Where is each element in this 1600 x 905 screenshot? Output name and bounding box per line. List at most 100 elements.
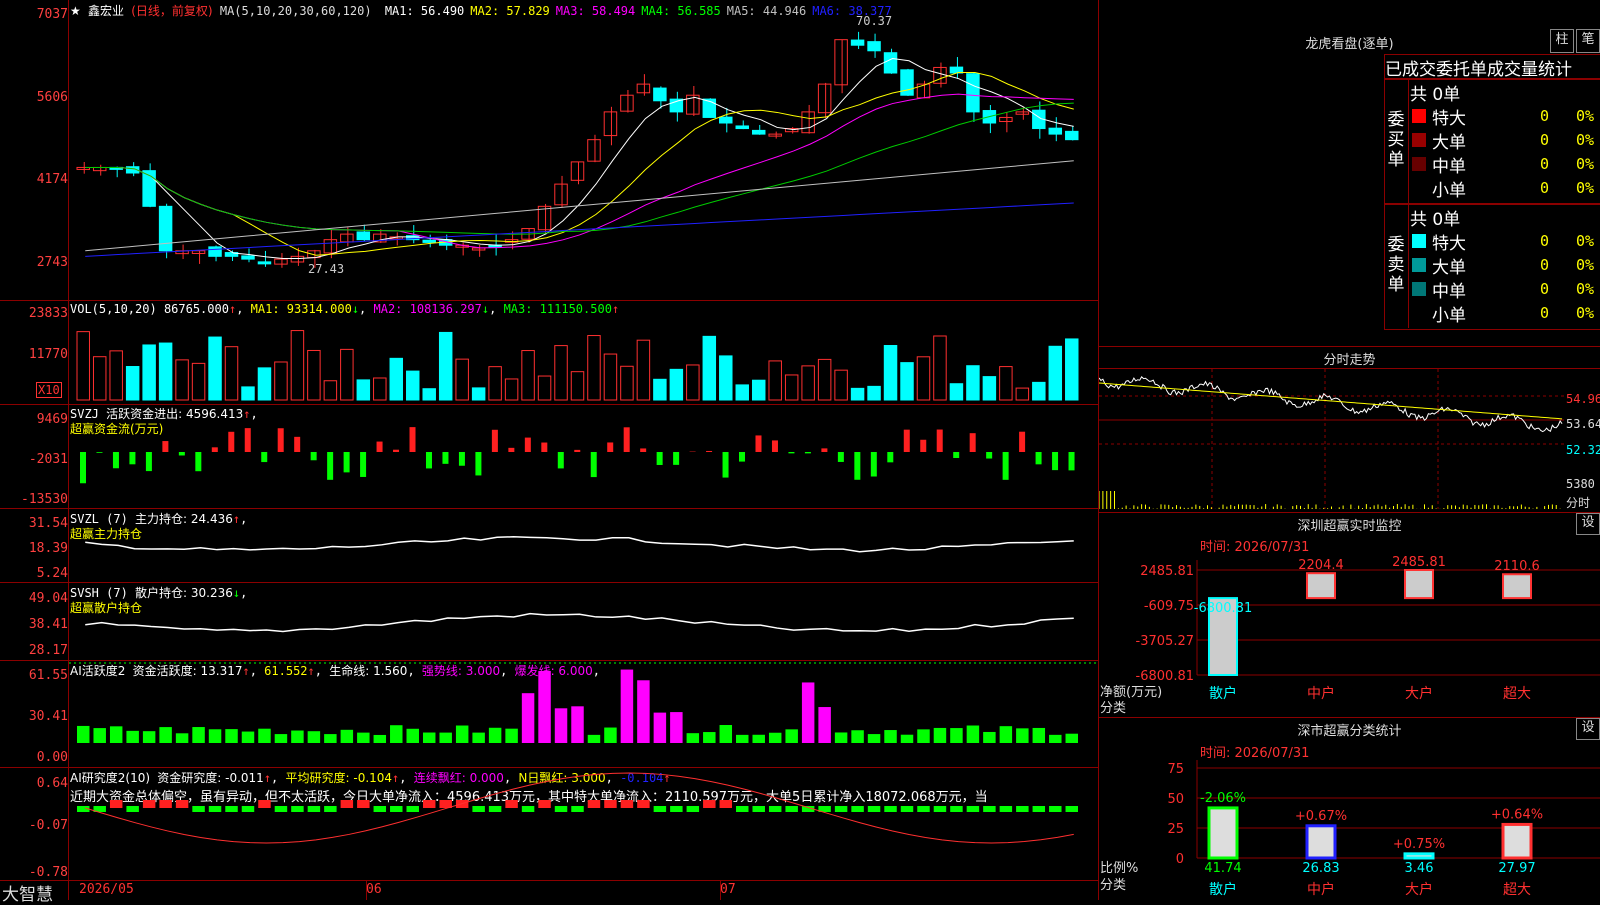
activity-bar — [77, 726, 89, 743]
candle — [736, 126, 748, 129]
bar-mode-button[interactable]: 柱 — [1550, 29, 1574, 53]
monitor-x-label: 散户 — [1209, 685, 1237, 702]
fund-flow-bar — [80, 452, 86, 483]
order-type-label: 小单 — [1432, 176, 1466, 201]
activity-bar — [752, 735, 764, 743]
research-bar — [934, 806, 946, 812]
candle — [621, 95, 633, 111]
candlestick-chart[interactable] — [69, 18, 1098, 283]
volume-bar — [967, 366, 979, 400]
monitor-bar-chart[interactable]: 2485.81-609.75-3705.27-6800.81-6800.81散户… — [1099, 520, 1600, 720]
activity-bar — [275, 734, 287, 743]
research-bar — [868, 806, 880, 812]
research-bar — [505, 800, 517, 808]
monitor-bar-value: 2204.4 — [1298, 558, 1344, 573]
lhb-subtitle: 已成交委托单成交量统计 — [1384, 54, 1600, 80]
fund-flow-bar — [261, 452, 267, 462]
svzj-chart[interactable] — [69, 405, 1098, 508]
tick-mode-button[interactable]: 笔 — [1576, 29, 1600, 53]
fund-flow-bar — [920, 440, 926, 452]
stock-name[interactable]: 鑫宏业 — [88, 4, 124, 18]
period-label[interactable]: (日线，前复权) — [131, 4, 212, 18]
activity-bar — [407, 729, 419, 743]
monitor-y-tick: -609.75 — [1144, 599, 1194, 614]
ma1-line — [85, 59, 1074, 259]
activity-bar — [983, 732, 995, 743]
ma-values: MA1: 56.490MA2: 57.829MA3: 58.494MA4: 56… — [379, 4, 892, 18]
research-bar — [950, 806, 962, 812]
fund-flow-bar — [360, 452, 366, 477]
ai-activity-chart[interactable] — [69, 661, 1098, 767]
candle — [258, 262, 270, 264]
fund-flow-bar — [1069, 452, 1075, 470]
order-swatch — [1412, 306, 1426, 320]
monitor-x-label: 超大 — [1503, 686, 1531, 702]
volume-bar — [752, 380, 764, 400]
order-count: 0 — [1540, 304, 1549, 322]
volume-bar — [258, 368, 270, 400]
research-bar — [1049, 806, 1061, 812]
ma-value-4: MA4: 56.585 — [641, 4, 720, 18]
volume-bar — [703, 336, 715, 400]
order-swatch — [1412, 234, 1426, 248]
activity-bar — [93, 728, 105, 743]
main-y-tick-4: 2743 — [0, 255, 68, 270]
activity-bar — [192, 727, 204, 743]
volume-bar — [439, 332, 451, 400]
ma-value-3: MA3: 58.494 — [556, 4, 635, 18]
fund-flow-bar — [854, 452, 860, 480]
fund-flow-bar — [904, 430, 910, 452]
fs-avg-line — [1099, 383, 1562, 419]
x-tick-mark-2 — [720, 880, 721, 900]
svzl-y-tick-1: 31.54 — [0, 516, 68, 531]
volume-bar — [934, 336, 946, 400]
fs-price-line — [1099, 377, 1562, 432]
fund-flow-bar — [508, 448, 514, 452]
research-bar — [967, 806, 979, 812]
classify-bar-chart[interactable]: 7550250-2.06%41.74散户+0.67%26.83中户+0.75%3… — [1099, 740, 1600, 900]
volume-bar — [176, 360, 188, 400]
activity-bar — [242, 732, 254, 743]
intraday-chart[interactable] — [1099, 369, 1564, 509]
ai-research-chart[interactable] — [69, 768, 1098, 880]
fund-flow-bar — [772, 440, 778, 452]
research-bar — [291, 806, 303, 812]
activity-bar — [472, 733, 484, 743]
volume-bar — [275, 362, 287, 400]
svzj-y-tick-3: -13530 — [0, 492, 68, 507]
order-swatch — [1412, 157, 1426, 171]
fund-flow-bar — [607, 442, 613, 452]
ma-value-2: MA2: 57.829 — [470, 4, 549, 18]
activity-bar — [720, 725, 732, 743]
classify-bar — [1307, 826, 1335, 858]
vol-unit-badge: X10 — [36, 382, 62, 398]
sell-label: 委卖单 — [1384, 235, 1408, 295]
candle — [720, 117, 732, 123]
volume-bar — [192, 363, 204, 400]
fenshi-title: 分时走势 — [1099, 349, 1600, 368]
candle — [604, 112, 616, 136]
svsh-chart[interactable] — [69, 583, 1098, 660]
volume-bar — [818, 359, 830, 400]
volume-chart[interactable] — [69, 312, 1098, 402]
volume-bar — [917, 357, 929, 400]
volume-bar — [901, 363, 913, 400]
volume-bar — [242, 387, 254, 400]
research-bar — [522, 806, 534, 812]
order-swatch — [1412, 258, 1426, 272]
order-count: 0 — [1540, 280, 1549, 298]
fund-flow-bar — [805, 452, 811, 453]
volume-bar — [225, 347, 237, 400]
fund-flow-bar — [953, 452, 959, 458]
candle — [588, 140, 600, 162]
svzl-chart[interactable] — [69, 509, 1098, 582]
order-pct: 0% — [1576, 232, 1594, 250]
research-bar — [192, 806, 204, 812]
volume-bar — [604, 354, 616, 400]
fund-flow-bar — [327, 452, 333, 480]
order-pct: 0% — [1576, 107, 1594, 125]
order-pct: 0% — [1576, 280, 1594, 298]
order-type-label: 中单 — [1432, 152, 1466, 177]
candle — [1049, 128, 1061, 134]
classify-settings-button[interactable]: 设 — [1576, 718, 1600, 740]
